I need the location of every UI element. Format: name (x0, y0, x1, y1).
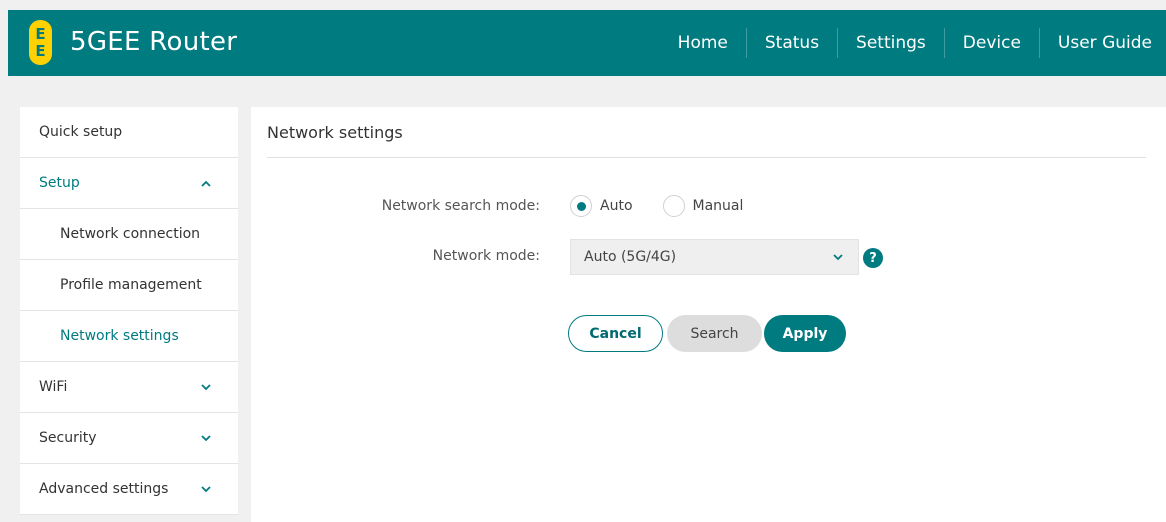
sidebar-item-wifi[interactable]: WiFi (20, 362, 238, 413)
search-mode-radio-group: Auto Manual (570, 195, 773, 217)
ee-logo[interactable]: E E (29, 20, 52, 65)
chevron-down-icon (200, 381, 212, 393)
network-mode-label: Network mode: (432, 248, 540, 264)
nav-user-guide[interactable]: User Guide (1038, 28, 1166, 58)
main-panel: Network settings Network search mode: Au… (251, 107, 1166, 522)
sidebar-item-setup[interactable]: Setup (20, 158, 238, 209)
sidebar-item-advanced-settings[interactable]: Advanced settings (20, 464, 238, 515)
sidebar-item-quick-setup[interactable]: Quick setup (20, 107, 238, 158)
network-mode-value: Auto (5G/4G) (584, 249, 677, 265)
search-button[interactable]: Search (667, 315, 762, 352)
radio-manual[interactable] (662, 195, 685, 217)
sidebar-item-label: Setup (39, 175, 80, 191)
sidebar-item-label: WiFi (39, 379, 68, 395)
sidebar-item-label: Profile management (60, 277, 202, 293)
sidebar-item-security[interactable]: Security (20, 413, 238, 464)
chevron-down-icon (200, 483, 212, 495)
logo-letter-top: E (35, 24, 46, 43)
sidebar-item-network-settings[interactable]: Network settings (20, 311, 238, 362)
sidebar-item-label: Network settings (60, 328, 179, 344)
sidebar: Quick setup Setup Network connection Pro… (20, 107, 238, 515)
radio-auto-label[interactable]: Auto (600, 198, 633, 214)
radio-manual-label[interactable]: Manual (693, 198, 744, 214)
cancel-button[interactable]: Cancel (568, 315, 663, 352)
top-header: E E 5GEE Router Home Status Settings Dev… (8, 10, 1166, 76)
apply-button[interactable]: Apply (764, 315, 846, 352)
chevron-up-icon (200, 177, 212, 189)
chevron-down-icon (832, 251, 844, 263)
page-title: Network settings (267, 123, 403, 142)
sidebar-item-label: Quick setup (39, 124, 123, 140)
sidebar-item-label: Security (39, 430, 97, 446)
help-icon[interactable]: ? (863, 248, 883, 268)
nav-status[interactable]: Status (745, 28, 837, 58)
title-divider (267, 157, 1146, 158)
network-mode-select[interactable]: Auto (5G/4G) (570, 239, 859, 275)
router-title: 5GEE Router (70, 27, 238, 57)
sidebar-item-profile-management[interactable]: Profile management (20, 260, 238, 311)
nav-settings[interactable]: Settings (837, 28, 944, 58)
chevron-down-icon (200, 432, 212, 444)
radio-auto[interactable] (570, 195, 592, 217)
sidebar-item-label: Network connection (60, 226, 201, 242)
logo-letter-bottom: E (35, 41, 46, 60)
search-mode-label: Network search mode: (381, 198, 540, 214)
nav-device[interactable]: Device (943, 28, 1039, 58)
top-nav: Home Status Settings Device User Guide (660, 10, 1166, 76)
nav-home[interactable]: Home (660, 28, 746, 58)
sidebar-item-label: Advanced settings (39, 481, 169, 497)
sidebar-item-network-connection[interactable]: Network connection (20, 209, 238, 260)
